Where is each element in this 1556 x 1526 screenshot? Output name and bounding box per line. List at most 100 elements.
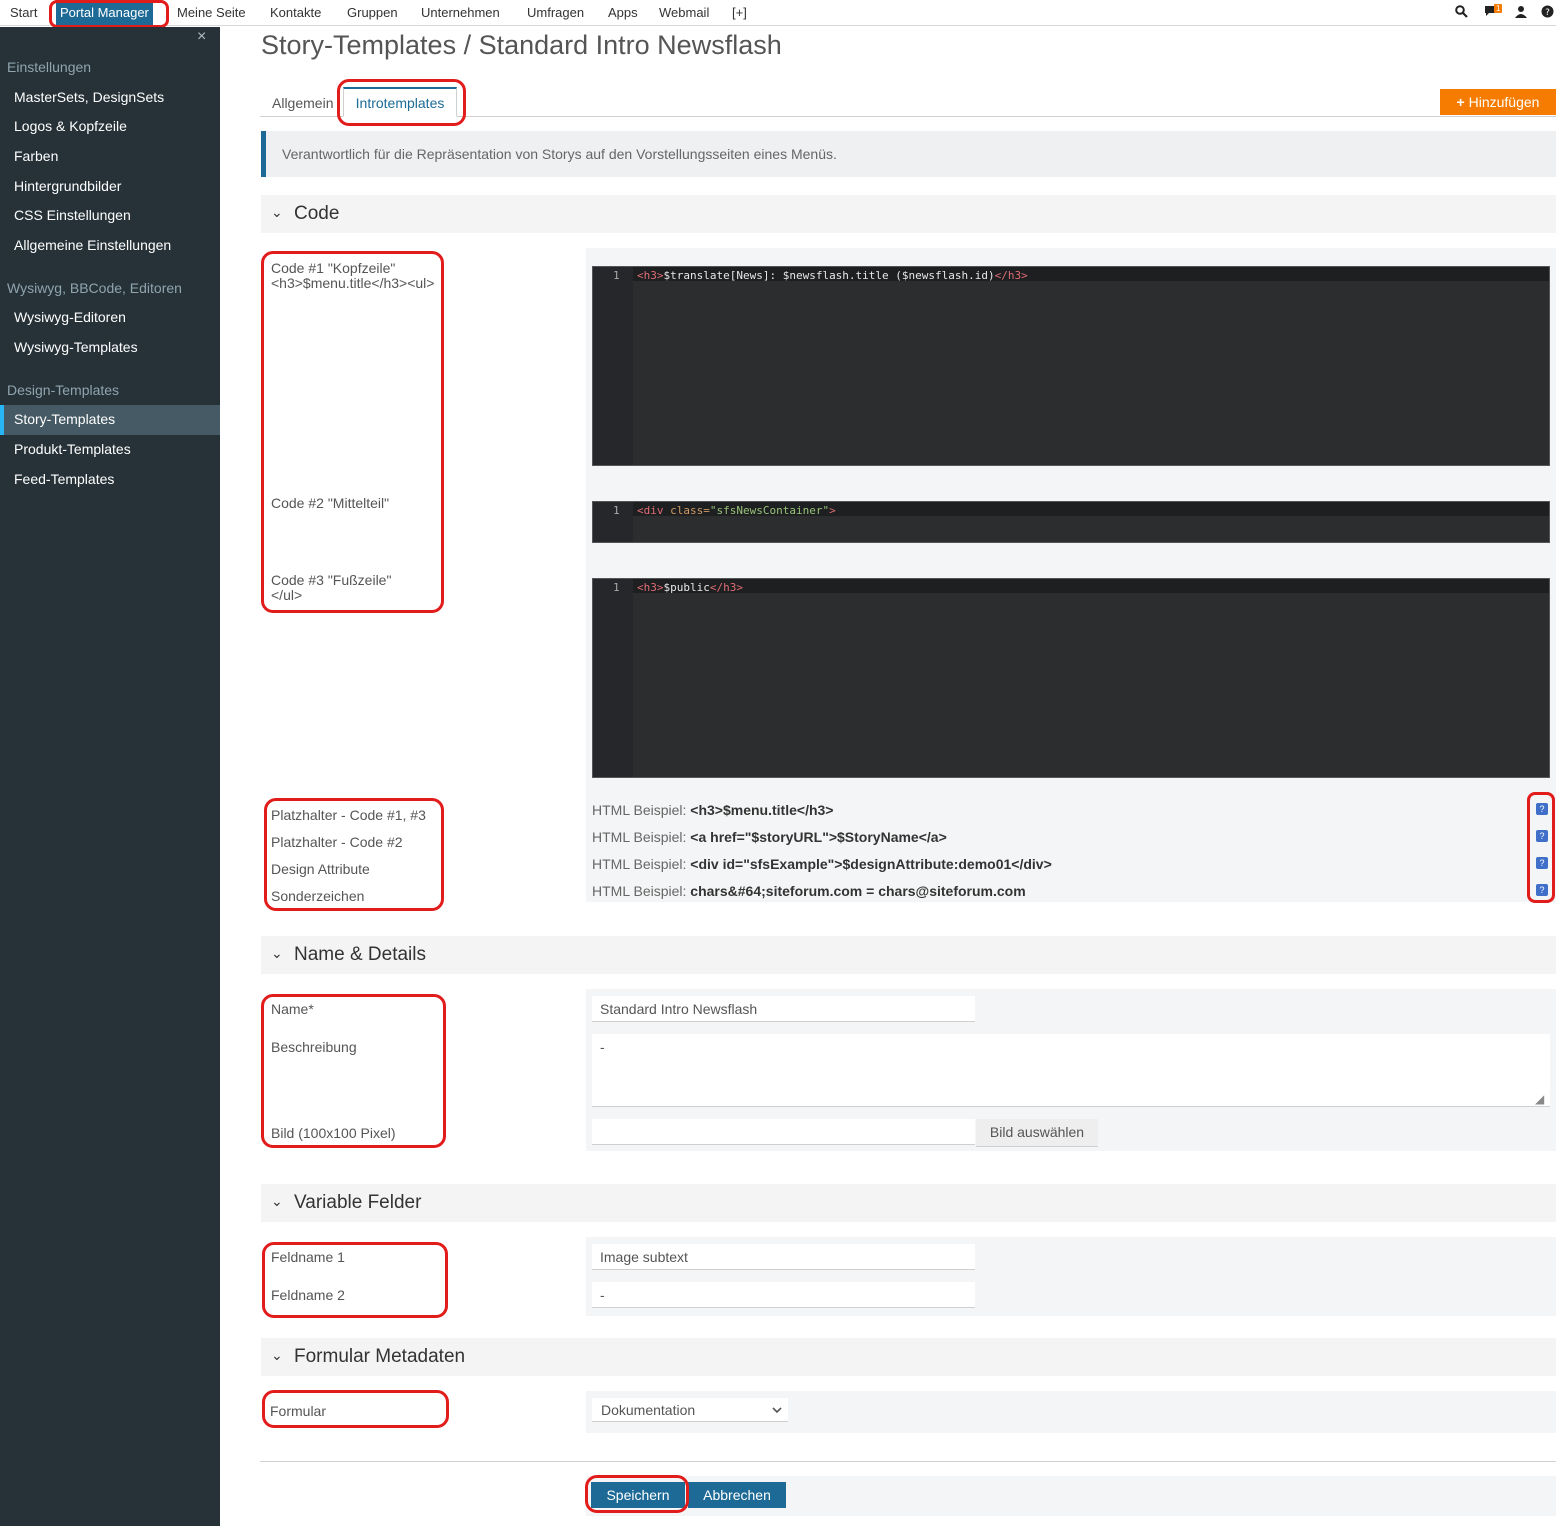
tab-introtemplates[interactable]: Introtemplates: [343, 87, 457, 117]
choose-image-button[interactable]: Bild auswählen: [976, 1119, 1098, 1147]
sidebar-item-logos[interactable]: Logos & Kopfzeile: [14, 118, 127, 134]
sidebar-item-wysiwyg-editoren[interactable]: Wysiwyg-Editoren: [14, 309, 126, 325]
example-sonderzeichen: HTML Beispiel: chars&#64;siteforum.com =…: [592, 883, 1026, 899]
nav-unternehmen[interactable]: Unternehmen: [421, 5, 500, 20]
section-details-header[interactable]: ⌄ Name & Details: [261, 936, 1556, 974]
save-button[interactable]: Speichern: [591, 1482, 685, 1508]
page-title: Story-Templates / Standard Intro Newsfla…: [261, 30, 782, 60]
label-code1-sub: <h3>$menu.title</h3><ul>: [271, 275, 435, 291]
sidebar-item-wysiwyg-templates[interactable]: Wysiwyg-Templates: [14, 339, 138, 355]
sidebar-item-story-templates[interactable]: Story-Templates: [14, 411, 115, 427]
add-button[interactable]: + Hinzufügen: [1440, 89, 1556, 115]
sidebar-group-wysiwyg: Wysiwyg, BBCode, Editoren: [7, 280, 182, 296]
sidebar-group-einstellungen: Einstellungen: [7, 59, 92, 75]
plus-icon: +: [1456, 94, 1469, 110]
chevron-down-icon: ⌄: [271, 1347, 283, 1363]
search-icon[interactable]: [1455, 5, 1468, 21]
chevron-down-icon: [772, 1402, 782, 1420]
nav-meine-seite[interactable]: Meine Seite: [177, 5, 246, 20]
sidebar: × Einstellungen MasterSets, DesignSets L…: [0, 27, 220, 1526]
sidebar-item-feed-templates[interactable]: Feed-Templates: [14, 471, 114, 487]
chevron-down-icon: ⌄: [271, 945, 283, 961]
editor-gutter: [593, 579, 633, 777]
editor-code-line: <h3>$translate[News]: $newsflash.title (…: [637, 269, 1028, 282]
add-button-label: Hinzufügen: [1468, 94, 1540, 110]
label-design-attribute: Design Attribute: [271, 861, 370, 877]
resize-handle-icon[interactable]: ◢: [1535, 1092, 1544, 1106]
label-feldname-2: Feldname 2: [271, 1287, 345, 1303]
nav-apps[interactable]: Apps: [608, 5, 638, 20]
nav-start[interactable]: Start: [10, 5, 37, 20]
user-icon[interactable]: [1515, 5, 1527, 21]
tab-allgemein[interactable]: Allgemein: [272, 95, 333, 111]
example-placeholder-code13: HTML Beispiel: <h3>$menu.title</h3>: [592, 802, 834, 818]
label-sonderzeichen: Sonderzeichen: [271, 888, 365, 904]
info-box: Verantwortlich für die Repräsentation vo…: [261, 131, 1556, 177]
cancel-button[interactable]: Abbrechen: [688, 1482, 786, 1508]
sidebar-item-css[interactable]: CSS Einstellungen: [14, 207, 131, 223]
actions-divider: [260, 1461, 1556, 1462]
chevron-down-icon: ⌄: [271, 1193, 283, 1209]
help-icon[interactable]: ?: [1536, 830, 1548, 842]
label-bild: Bild (100x100 Pixel): [271, 1125, 396, 1141]
help-icon[interactable]: ?: [1536, 857, 1548, 869]
editor-line-number: 1: [613, 581, 620, 594]
field2-input[interactable]: [592, 1282, 975, 1308]
example-placeholder-code2: HTML Beispiel: <a href="$storyURL">$Stor…: [592, 829, 947, 845]
label-beschreibung: Beschreibung: [271, 1039, 357, 1055]
label-code2: Code #2 "Mittelteil": [271, 495, 390, 511]
nav-portal-manager[interactable]: Portal Manager: [56, 0, 153, 25]
editor-line-number: 1: [613, 269, 620, 282]
editor-line-number: 1: [613, 504, 620, 517]
highlight-code-labels: [261, 251, 444, 613]
section-form-header[interactable]: ⌄ Formular Metadaten: [261, 1338, 1556, 1376]
editor-code-line: <h3>$public</h3>: [637, 581, 743, 594]
editor-gutter: [593, 267, 633, 465]
example-design-attribute: HTML Beispiel: <div id="sfsExample">$des…: [592, 856, 1052, 872]
help-icon[interactable]: ?: [1536, 884, 1548, 896]
nav-add-tab[interactable]: [+]: [732, 5, 747, 20]
description-textarea[interactable]: -: [592, 1034, 1550, 1107]
section-variable-title: Variable Felder: [294, 1192, 422, 1213]
close-icon[interactable]: ×: [197, 28, 206, 46]
form-select-value: Dokumentation: [601, 1402, 696, 1418]
field1-input[interactable]: [592, 1244, 975, 1270]
chevron-down-icon: ⌄: [271, 204, 283, 220]
sidebar-item-mastersets[interactable]: MasterSets, DesignSets: [14, 89, 164, 105]
sidebar-item-farben[interactable]: Farben: [14, 148, 58, 164]
label-formular: Formular: [270, 1403, 327, 1419]
notification-badge: 1: [1494, 4, 1503, 13]
label-code1: Code #1 "Kopfzeile": [271, 260, 396, 276]
label-feldname-1: Feldname 1: [271, 1249, 345, 1265]
section-code-title: Code: [294, 203, 340, 224]
nav-webmail[interactable]: Webmail: [659, 5, 709, 20]
sidebar-item-hintergrundbilder[interactable]: Hintergrundbilder: [14, 178, 121, 194]
section-form-title: Formular Metadaten: [294, 1346, 466, 1367]
editor-code-line: <div class="sfsNewsContainer">: [637, 504, 836, 517]
svg-text:?: ?: [1545, 8, 1550, 18]
nav-kontakte[interactable]: Kontakte: [270, 5, 321, 20]
image-path-input[interactable]: [592, 1119, 975, 1145]
section-code-header[interactable]: ⌄ Code: [261, 195, 1556, 233]
label-placeholder-code13: Platzhalter - Code #1, #3: [271, 807, 426, 823]
nav-umfragen[interactable]: Umfragen: [527, 5, 584, 20]
help-icon[interactable]: ?: [1536, 803, 1548, 815]
label-name: Name*: [271, 1001, 314, 1017]
section-variable-header[interactable]: ⌄ Variable Felder: [261, 1184, 1556, 1222]
name-input[interactable]: [592, 996, 975, 1022]
form-select[interactable]: Dokumentation: [592, 1398, 788, 1422]
label-placeholder-code2: Platzhalter - Code #2: [271, 834, 403, 850]
sidebar-item-produkt-templates[interactable]: Produkt-Templates: [14, 441, 131, 457]
code-editor-1[interactable]: 1 <h3>$translate[News]: $newsflash.title…: [592, 266, 1550, 466]
label-code3: Code #3 "Fußzeile": [271, 572, 392, 588]
sidebar-item-allgemeine[interactable]: Allgemeine Einstellungen: [14, 237, 171, 253]
sidebar-group-design-templates: Design-Templates: [7, 382, 120, 398]
label-code3-sub: </ul>: [271, 587, 303, 603]
code-editor-2[interactable]: 1 <div class="sfsNewsContainer">: [592, 501, 1550, 543]
nav-gruppen[interactable]: Gruppen: [347, 5, 398, 20]
editor-active-line: [633, 579, 1549, 593]
code-editor-3[interactable]: 1 <h3>$public</h3>: [592, 578, 1550, 778]
section-details-title: Name & Details: [294, 944, 426, 965]
top-navigation: Start Portal Manager Meine Seite Kontakt…: [0, 0, 1556, 26]
help-circle-icon[interactable]: ?: [1541, 5, 1554, 21]
